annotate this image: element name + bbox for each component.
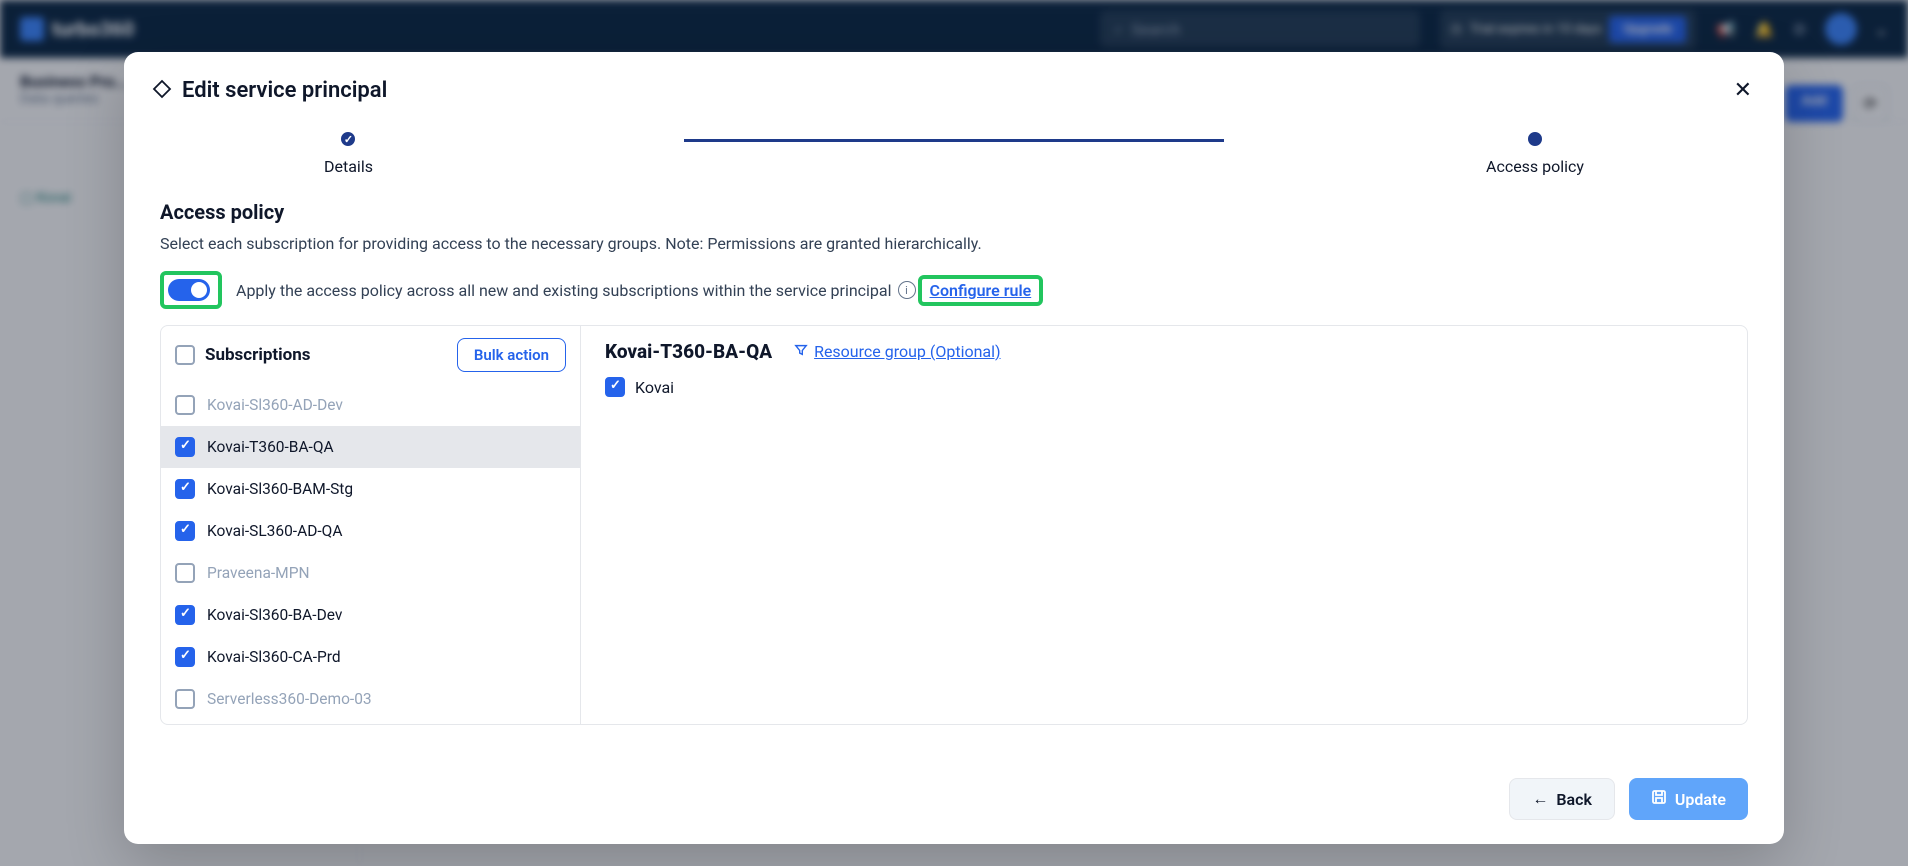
- configure-highlight: Configure rule: [918, 275, 1044, 306]
- modal-title: Edit service principal: [182, 78, 387, 103]
- subscriptions-panel: Subscriptions Bulk action Kovai-Sl360-AD…: [160, 325, 1748, 725]
- edit-service-principal-modal: Edit service principal ✕ Details Access …: [124, 52, 1784, 844]
- resource-group-checkbox[interactable]: [605, 377, 625, 397]
- section-description: Select each subscription for providing a…: [160, 234, 1748, 253]
- info-icon[interactable]: i: [898, 281, 916, 299]
- subscription-name: Kovai-Sl360-BAM-Stg: [207, 480, 353, 498]
- configure-rule-link[interactable]: Configure rule: [930, 281, 1032, 300]
- subscription-name: Serverless360-Demo-03: [207, 690, 372, 708]
- close-button[interactable]: ✕: [1730, 74, 1756, 107]
- subscription-checkbox[interactable]: [175, 437, 195, 457]
- subscription-checkbox[interactable]: [175, 647, 195, 667]
- subscription-name: Praveena-MPN: [207, 564, 310, 582]
- resource-group-item[interactable]: Kovai: [605, 377, 1723, 397]
- toggle-row: Apply the access policy across all new a…: [160, 271, 1748, 309]
- subscription-name: Kovai-Sl360-BA-Dev: [207, 606, 342, 624]
- subscription-item[interactable]: Kovai-Sl360-CA-Prd: [161, 636, 580, 678]
- detail-items: Kovai: [605, 377, 1723, 397]
- subscription-name: Kovai-Sl360-CA-Prd: [207, 648, 341, 666]
- update-label: Update: [1675, 790, 1726, 809]
- subscription-checkbox[interactable]: [175, 605, 195, 625]
- subscription-item[interactable]: Kovai-Sl360-BAM-Stg: [161, 468, 580, 510]
- subscription-checkbox[interactable]: [175, 479, 195, 499]
- subscription-name: Kovai-Sl360-AD-Dev: [207, 396, 343, 414]
- back-button[interactable]: ← Back: [1509, 778, 1615, 820]
- subscription-name: Kovai-T360-BA-QA: [207, 438, 334, 456]
- step-access-policy[interactable]: Access policy: [1486, 129, 1584, 176]
- subscriptions-header: Subscriptions Bulk action: [161, 326, 580, 384]
- subscription-checkbox[interactable]: [175, 689, 195, 709]
- subscription-checkbox[interactable]: [175, 395, 195, 415]
- subscription-item[interactable]: Kovai-T360-BA-QA: [161, 426, 580, 468]
- subscription-checkbox[interactable]: [175, 521, 195, 541]
- save-icon: [1651, 789, 1667, 809]
- bulk-action-button[interactable]: Bulk action: [457, 338, 566, 372]
- step-dot-current-icon: [1525, 129, 1545, 149]
- subscriptions-list-pane: Subscriptions Bulk action Kovai-Sl360-AD…: [161, 326, 581, 724]
- subscription-checkbox[interactable]: [175, 563, 195, 583]
- filter-icon: [794, 342, 808, 361]
- diamond-icon: [152, 79, 172, 103]
- modal-footer: ← Back Update: [124, 760, 1784, 844]
- subscription-detail-pane: Kovai-T360-BA-QA Resource group (Optiona…: [581, 326, 1747, 724]
- back-label: Back: [1556, 790, 1592, 809]
- section-title: Access policy: [160, 200, 1748, 224]
- detail-title: Kovai-T360-BA-QA: [605, 340, 772, 363]
- resource-group-text: Resource group (Optional): [814, 342, 1001, 361]
- subscription-item[interactable]: Kovai-Sl360-BA-Dev: [161, 594, 580, 636]
- toggle-highlight: [160, 271, 222, 309]
- step-details[interactable]: Details: [324, 129, 373, 176]
- subscription-item[interactable]: Kovai-SL360-AD-QA: [161, 510, 580, 552]
- toggle-text: Apply the access policy across all new a…: [236, 281, 892, 300]
- modal-header: Edit service principal ✕: [124, 52, 1784, 125]
- subscriptions-list[interactable]: Kovai-Sl360-AD-Dev Kovai-T360-BA-QA Kovai-…: [161, 384, 580, 724]
- modal-body: Access policy Select each subscription f…: [124, 200, 1784, 760]
- resource-group-link[interactable]: Resource group (Optional): [794, 342, 1001, 361]
- subscription-name: Kovai-SL360-AD-QA: [207, 522, 342, 540]
- subscription-item[interactable]: Praveena-MPN: [161, 552, 580, 594]
- subscription-item[interactable]: Serverless360-Demo-03: [161, 678, 580, 720]
- toggle-label: Apply the access policy across all new a…: [236, 275, 1043, 306]
- update-button[interactable]: Update: [1629, 778, 1748, 820]
- subscription-item[interactable]: Kovai-Sl360-AD-Dev: [161, 384, 580, 426]
- subscriptions-label: Subscriptions: [205, 345, 311, 365]
- arrow-left-icon: ←: [1532, 789, 1548, 809]
- resource-group-name: Kovai: [635, 378, 674, 397]
- select-all-checkbox[interactable]: [175, 345, 195, 365]
- apply-policy-toggle[interactable]: [168, 279, 210, 301]
- step-label-access: Access policy: [1486, 157, 1584, 176]
- step-label-details: Details: [324, 157, 373, 176]
- stepper: Details Access policy: [124, 125, 1784, 200]
- step-dot-done-icon: [338, 129, 358, 149]
- detail-header: Kovai-T360-BA-QA Resource group (Optiona…: [605, 340, 1723, 363]
- stepper-line: [684, 139, 1224, 142]
